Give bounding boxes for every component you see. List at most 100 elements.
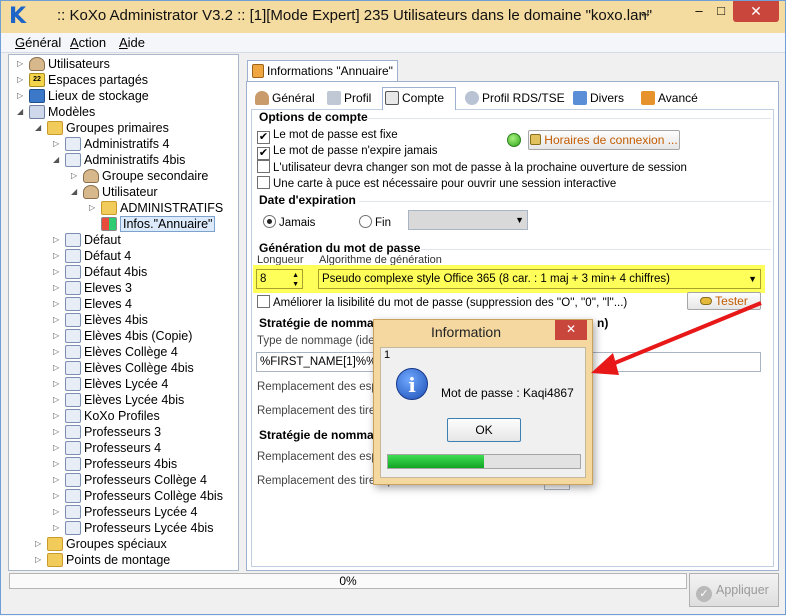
maximize-button[interactable]: □ [711,1,731,22]
ok-button[interactable]: OK [447,418,521,442]
option-fixed-password[interactable]: ✔ Le mot de passe est fixe [257,128,398,144]
expand-arrow-icon[interactable]: ▷ [53,376,63,392]
expand-arrow-icon[interactable]: ▷ [71,168,81,184]
radio-button[interactable] [263,215,276,228]
tab-general[interactable]: Général [253,88,319,109]
expand-arrow-icon[interactable]: ▷ [89,200,99,216]
checkbox[interactable]: ✔ [257,147,270,160]
tree-item[interactable]: ▷ Elèves 4bis [53,312,148,328]
expiry-date-picker[interactable]: ▼ [408,210,528,230]
expand-arrow-icon[interactable]: ▷ [53,440,63,456]
algorithm-select[interactable]: Pseudo complexe style Office 365 (8 car.… [318,269,761,289]
radio-button[interactable] [359,215,372,228]
tree-item[interactable]: ▷ Professeurs 4 [53,440,161,456]
tree-item[interactable]: ▷ Professeurs Lycée 4 [53,504,197,520]
expand-arrow-icon[interactable]: ▷ [53,504,63,520]
minimize-button[interactable]: – [689,1,709,22]
tree-item[interactable]: Infos."Annuaire" [89,216,216,232]
expand-arrow-icon[interactable]: ▷ [53,392,63,408]
tab-profil[interactable]: Profil [325,88,379,109]
expand-arrow-icon[interactable]: ▷ [53,408,63,424]
checkbox[interactable]: ✔ [257,131,270,144]
option-change-next-logon[interactable]: L'utilisateur devra changer son mot de p… [257,160,687,175]
option-readability[interactable]: Améliorer la lisibilité du mot de passe … [257,295,627,310]
title-bar[interactable]: K :: KoXo Administrator V3.2 :: [1][Mode… [1,1,785,33]
expand-arrow-icon[interactable]: ▷ [53,296,63,312]
tab-divers[interactable]: Divers [571,88,633,109]
length-stepper[interactable]: 8 ▲ ▼ [256,269,303,289]
navigation-tree[interactable]: ▷ Utilisateurs ▷ 22 Espaces partagés ▷ Lieux d… [8,54,239,571]
tree-item[interactable]: ▷ Elèves Lycée 4 [53,376,168,392]
collapse-arrow-icon[interactable]: ◢ [53,152,63,168]
tree-item[interactable]: ◢ Modèles [17,104,95,120]
tree-item[interactable]: ▷ Eleves 3 [53,280,132,296]
tree-item[interactable]: ▷ Professeurs Collège 4bis [53,488,223,504]
apply-button[interactable]: ✓ Appliquer [689,573,779,607]
checkbox[interactable] [257,295,270,308]
tree-item[interactable]: ▷ Défaut [53,232,121,248]
menu-general[interactable]: Général [15,35,61,50]
tree-item[interactable]: ▷ Lieux de stockage [17,88,149,104]
expand-arrow-icon[interactable]: ▷ [53,280,63,296]
expand-arrow-icon[interactable]: ▷ [35,552,45,568]
tree-item[interactable]: ▷ Elèves Collège 4 [53,344,178,360]
collapse-arrow-icon[interactable]: ◢ [17,104,27,120]
tree-item[interactable]: ▷ Professeurs 4bis [53,456,177,472]
expand-arrow-icon[interactable]: ▷ [35,536,45,552]
expand-arrow-icon[interactable]: ▷ [53,424,63,440]
tree-item[interactable]: ▷ Elèves Lycée 4bis [53,392,184,408]
expiry-never-radio[interactable]: Jamais [263,215,315,230]
option-never-expires[interactable]: ✔ Le mot de passe n'expire jamais [257,144,438,160]
tree-item[interactable]: ▷ Points de montage [35,552,170,568]
tree-item[interactable]: ▷ Défaut 4bis [53,264,147,280]
dialog-close-button[interactable]: ✕ [555,320,587,340]
expand-arrow-icon[interactable]: ▷ [53,472,63,488]
test-button[interactable]: Tester [687,292,761,310]
tab-informations-annuaire[interactable]: Informations "Annuaire" [247,60,398,82]
expand-arrow-icon[interactable]: ▷ [53,360,63,376]
tree-item[interactable]: ▷ Groupes spéciaux [35,536,167,552]
close-button[interactable]: ✕ [733,1,779,22]
tab-compte[interactable]: Compte [382,87,456,110]
expiry-end-radio[interactable]: Fin [359,215,391,230]
tree-item[interactable]: ◢ Groupes primaires [35,120,169,136]
checkbox[interactable] [257,176,270,189]
logon-hours-button[interactable]: Horaires de connexion ... [528,130,680,150]
tab-avance[interactable]: Avancé [639,88,703,109]
expand-arrow-icon[interactable]: ▷ [53,312,63,328]
tree-item[interactable]: ◢ Utilisateur [71,184,158,200]
expand-arrow-icon[interactable]: ▷ [53,520,63,536]
expand-arrow-icon[interactable]: ▷ [53,136,63,152]
tree-item[interactable]: ▷ Groupe secondaire [71,168,208,184]
expand-arrow-icon[interactable]: ▷ [53,232,63,248]
checkbox[interactable] [257,160,270,173]
spinner-arrows-icon[interactable]: ▲ ▼ [292,271,299,288]
expand-arrow-icon[interactable]: ▷ [53,456,63,472]
tree-item[interactable]: ▷ 22 Espaces partagés [17,72,148,88]
tree-item[interactable]: ▷ Professeurs Collège 4 [53,472,207,488]
tree-item[interactable]: ▷ Eleves 4 [53,296,132,312]
expand-arrow-icon[interactable]: ▷ [53,328,63,344]
expand-arrow-icon[interactable]: ▷ [53,344,63,360]
tree-item[interactable]: ▷ Utilisateurs [17,56,110,72]
menu-aide[interactable]: Aide [119,35,145,50]
tree-item[interactable]: ▷ ADMINISTRATIFS [89,200,223,216]
expand-arrow-icon[interactable]: ▷ [17,88,27,104]
tree-item[interactable]: ▷ Elèves 4bis (Copie) [53,328,192,344]
expand-arrow-icon[interactable]: ▷ [17,56,27,72]
tree-item[interactable]: ▷ Professeurs 3 [53,424,161,440]
tree-item[interactable]: ◢ Administratifs 4bis [53,152,185,168]
menu-action[interactable]: Action [70,35,106,50]
expand-arrow-icon[interactable]: ▷ [53,264,63,280]
tab-profil-rds-tse[interactable]: Profil RDS/TSE [463,88,567,109]
collapse-arrow-icon[interactable]: ◢ [35,120,45,136]
tree-item[interactable]: ▷ Elèves Collège 4bis [53,360,194,376]
expand-arrow-icon[interactable]: ▷ [17,72,27,88]
collapse-arrow-icon[interactable]: ◢ [71,184,81,200]
expand-arrow-icon[interactable]: ▷ [53,248,63,264]
tree-item[interactable]: ▷ KoXo Profiles [53,408,160,424]
expand-arrow-icon[interactable]: ▷ [53,488,63,504]
tree-item[interactable]: ▷ Professeurs Lycée 4bis [53,520,213,536]
tree-item[interactable]: ▷ Défaut 4 [53,248,131,264]
option-smart-card[interactable]: Une carte à puce est nécessaire pour ouv… [257,176,616,191]
